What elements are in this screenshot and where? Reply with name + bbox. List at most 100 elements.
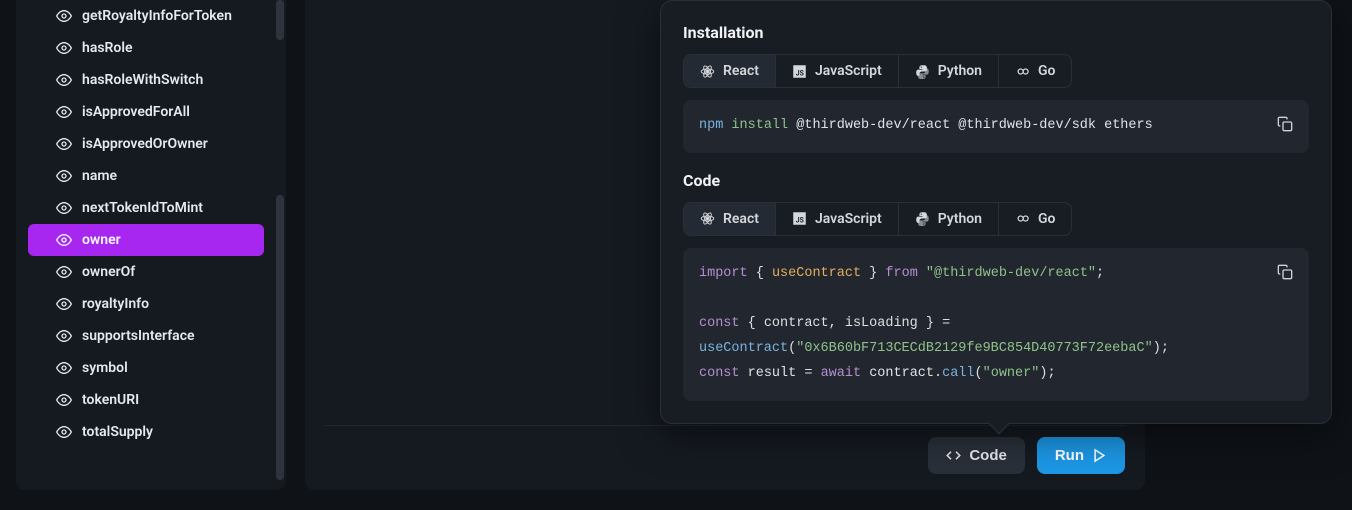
tab-label: Python [938,211,982,227]
tab-react[interactable]: React [684,203,776,235]
sidebar-item-label: name [82,168,117,184]
sidebar-item-nextTokenIdToMint[interactable]: nextTokenIdToMint [28,192,264,224]
tab-javascript[interactable]: JS JavaScript [776,55,899,87]
code-token: "0x6B60bF713CECdB2129fe9BC854D40773F72ee… [796,341,1152,356]
code-tabs: React JS JavaScript Python Go [683,202,1072,236]
code-token: ; [1047,366,1055,381]
eye-icon [56,424,72,440]
sidebar: getRoyaltyInfoForToken hasRole hasRoleWith… [16,0,286,490]
usage-code-block: import { useContract } from "@thirdweb-d… [683,248,1309,401]
sidebar-item-getRoyaltyInfoForToken[interactable]: getRoyaltyInfoForToken [28,0,264,32]
eye-icon [56,40,72,56]
code-token: = [804,366,812,381]
sidebar-item-label: ownerOf [82,264,135,280]
sidebar-item-label: totalSupply [82,424,153,440]
react-icon [700,211,715,226]
copy-button[interactable] [1271,110,1299,138]
code-token: { [756,266,764,281]
eye-icon [56,200,72,216]
code-token: ; [1096,266,1104,281]
copy-icon [1277,116,1293,132]
tab-go[interactable]: Go [999,55,1071,87]
code-token: from [885,266,917,281]
code-token: @thirdweb-dev/react @thirdweb-dev/sdk et… [796,118,1152,133]
code-title: Code [683,171,1309,190]
tab-label: React [723,63,759,79]
sidebar-item-label: getRoyaltyInfoForToken [82,8,232,24]
code-token: useContract [772,266,861,281]
tab-label: JavaScript [815,211,882,227]
sidebar-item-owner[interactable]: owner [28,224,264,256]
sidebar-item-isApprovedForAll[interactable]: isApprovedForAll [28,96,264,128]
tab-label: JavaScript [815,63,882,79]
sidebar-item-totalSupply[interactable]: totalSupply [28,416,264,448]
tab-label: React [723,211,759,227]
eye-icon [56,168,72,184]
code-token: { contract, isLoading } [748,316,934,331]
code-token: . [934,366,942,381]
installation-title: Installation [683,23,1309,42]
sidebar-item-hasRoleWithSwitch[interactable]: hasRoleWithSwitch [28,64,264,96]
tab-label: Python [938,63,982,79]
sidebar-item-ownerOf[interactable]: ownerOf [28,256,264,288]
eye-icon [56,296,72,312]
code-token: useContract [699,341,788,356]
sidebar-item-tokenURI[interactable]: tokenURI [28,384,264,416]
code-token: = [942,316,950,331]
eye-icon [56,136,72,152]
eye-icon [56,8,72,24]
code-token: call [942,366,974,381]
tab-go[interactable]: Go [999,203,1071,235]
sidebar-item-isApprovedOrOwner[interactable]: isApprovedOrOwner [28,128,264,160]
sidebar-item-label: supportsInterface [82,328,195,344]
eye-icon [56,264,72,280]
tab-react[interactable]: React [684,55,776,87]
sidebar-item-symbol[interactable]: symbol [28,352,264,384]
code-token: "owner" [983,366,1040,381]
sidebar-item-label: hasRole [82,40,133,56]
sidebar-item-supportsInterface[interactable]: supportsInterface [28,320,264,352]
sidebar-item-royaltyInfo[interactable]: royaltyInfo [28,288,264,320]
code-token: install [731,118,788,133]
python-icon [915,64,930,79]
svg-text:JS: JS [796,217,804,225]
sidebar-item-label: isApprovedOrOwner [82,136,208,152]
sidebar-item-label: isApprovedForAll [82,104,190,120]
code-token: import [699,266,748,281]
code-token: contract [869,366,934,381]
sidebar-item-label: symbol [82,360,128,376]
code-token: "@thirdweb-dev/react" [926,266,1096,281]
scrollbar-track [276,0,284,490]
go-icon [1015,211,1030,226]
eye-icon [56,360,72,376]
code-token: result [748,366,797,381]
code-button[interactable]: Code [928,437,1025,474]
play-icon [1092,448,1107,463]
code-token: await [821,366,862,381]
python-icon [915,211,930,226]
scrollbar-thumb[interactable] [276,0,284,40]
sidebar-item-name[interactable]: name [28,160,264,192]
sidebar-item-label: nextTokenIdToMint [82,200,203,216]
tab-label: Go [1038,211,1055,227]
sidebar-item-label: tokenURI [82,392,139,408]
sidebar-item-label: hasRoleWithSwitch [82,72,203,88]
tab-python[interactable]: Python [899,203,999,235]
scrollbar-thumb[interactable] [276,195,284,480]
eye-icon [56,392,72,408]
sidebar-item-hasRole[interactable]: hasRole [28,32,264,64]
code-token: const [699,316,740,331]
eye-icon [56,72,72,88]
javascript-icon: JS [792,211,807,226]
tab-python[interactable]: Python [899,55,999,87]
javascript-icon: JS [792,64,807,79]
code-token: npm [699,118,723,133]
copy-button[interactable] [1271,258,1299,286]
run-button[interactable]: Run [1037,437,1125,474]
eye-icon [56,104,72,120]
install-tabs: React JS JavaScript Python Go [683,54,1072,88]
code-token: } [869,266,877,281]
tab-javascript[interactable]: JS JavaScript [776,203,899,235]
code-icon [946,448,961,463]
copy-icon [1277,264,1293,280]
